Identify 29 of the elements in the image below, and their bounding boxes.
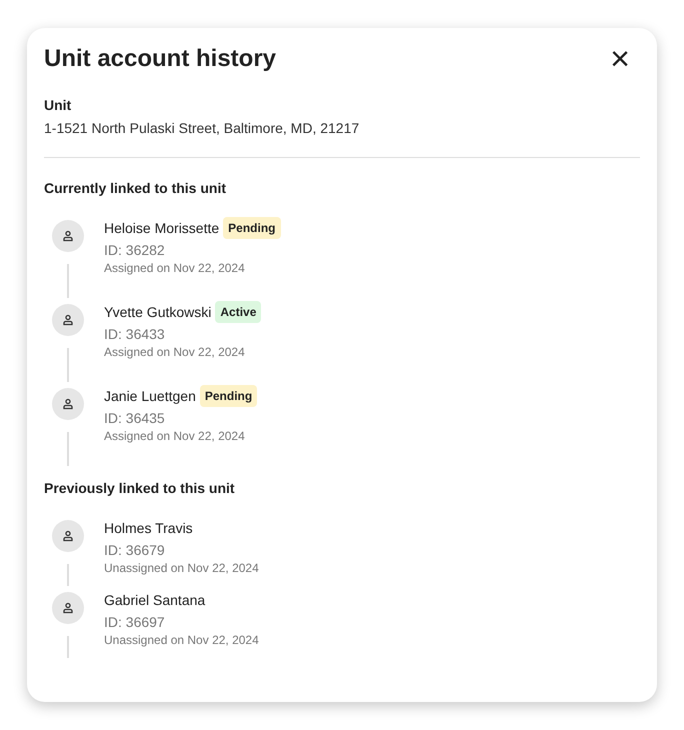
person-icon — [62, 602, 74, 614]
person-icon — [62, 230, 74, 242]
person-name: Janie Luettgen — [104, 388, 196, 404]
assignment-date: Unassigned on Nov 22, 2024 — [104, 633, 259, 647]
section-heading: Currently linked to this unit — [44, 180, 228, 196]
unit-address: 1-1521 North Pulaski Street, Baltimore, MD, 21217 — [44, 120, 360, 136]
person-icon — [62, 398, 74, 410]
close-button[interactable]: × — [600, 44, 640, 74]
assignment-date: Unassigned on Nov 22, 2024 — [104, 561, 259, 575]
dialog-title: Unit account history — [44, 45, 276, 73]
person-id: ID: 36282 — [104, 242, 166, 258]
person-icon — [62, 530, 74, 542]
assignment-date: Assigned on Nov 22, 2024 — [104, 261, 246, 275]
person-name: Holmes Travis — [104, 520, 193, 536]
person-name: Gabriel Santana — [104, 592, 206, 608]
status-badge: Active — [215, 301, 262, 323]
status-badge: Pending — [200, 385, 258, 407]
section-heading: Previously linked to this unit — [44, 480, 236, 496]
person-id: ID: 36679 — [104, 542, 166, 558]
person-icon — [62, 314, 74, 326]
person-name: Yvette Gutkowski — [104, 304, 212, 320]
status-badge: Pending — [223, 217, 280, 239]
person-id: ID: 36697 — [104, 614, 166, 630]
person-name: Heloise Morissette — [104, 220, 220, 236]
unit-label: Unit — [44, 97, 72, 113]
person-id: ID: 36435 — [104, 410, 166, 426]
assignment-date: Assigned on Nov 22, 2024 — [104, 345, 246, 359]
person-id: ID: 36433 — [104, 326, 166, 342]
assignment-date: Assigned on Nov 22, 2024 — [104, 429, 246, 443]
